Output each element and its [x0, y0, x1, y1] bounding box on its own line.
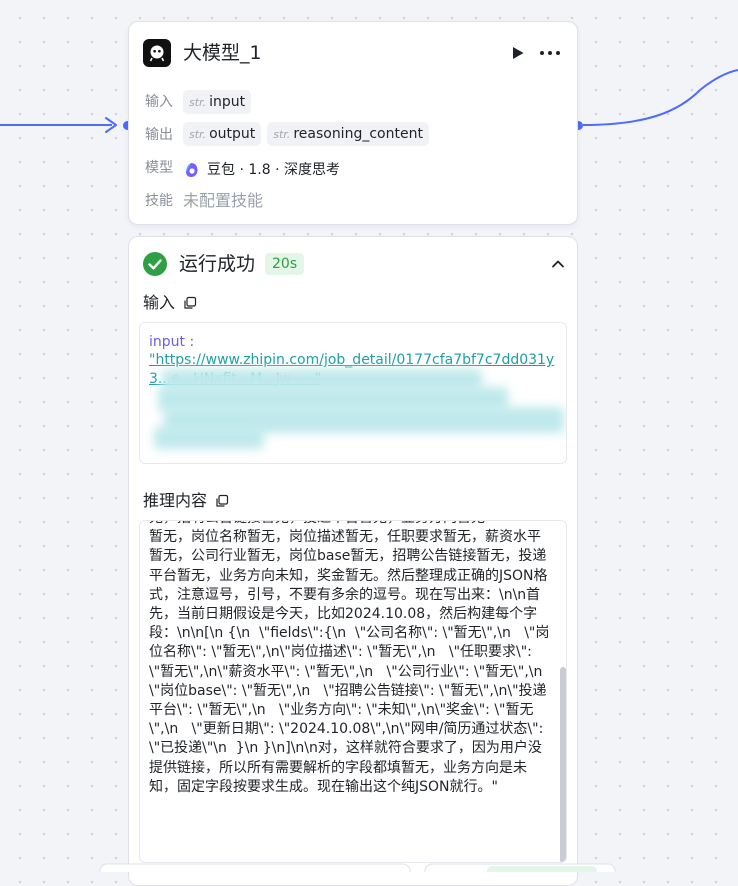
- chevron-up-icon: [552, 260, 564, 268]
- run-result-panel: 运行成功 20s 输入 input : "https://www.zhipin.…: [128, 236, 578, 886]
- copy-icon[interactable]: [183, 296, 197, 310]
- skills-label: 技能: [145, 193, 173, 209]
- scrollbar[interactable]: [560, 667, 566, 862]
- input-value-box: input : "https://www.zhipin.com/job_deta…: [139, 322, 567, 464]
- llm-node-card[interactable]: 大模型_1 输入 str. input 输出 str. output str. rea…: [128, 21, 578, 225]
- outgoing-edge: [582, 69, 738, 126]
- input-label: 输入: [145, 94, 173, 110]
- skills-value: 未配置技能: [183, 191, 264, 210]
- bottom-toolbar-edge: [99, 863, 616, 872]
- input-section-title: 输入: [143, 292, 197, 314]
- success-check-icon: [143, 252, 167, 276]
- output-label: 输出: [145, 127, 173, 143]
- input-key: input :: [149, 334, 195, 350]
- copy-icon[interactable]: [215, 494, 229, 508]
- llm-node-icon: [143, 39, 171, 67]
- status-text: 运行成功: [179, 253, 256, 275]
- more-options-button[interactable]: [537, 42, 563, 64]
- duration-badge: 20s: [265, 253, 305, 275]
- node-title[interactable]: 大模型_1: [183, 39, 262, 67]
- reasoning-section-title: 推理内容: [143, 490, 229, 512]
- doubao-logo-icon: [186, 163, 198, 177]
- collapse-button[interactable]: [549, 255, 567, 273]
- reasoning-content-box[interactable]: 无，招聘公告链接暂无，投递平台暂无，业务方向暂无 暂无，岗位名称暂无，岗位描述暂…: [139, 520, 567, 863]
- param-chip: str. reasoning_content: [267, 122, 429, 146]
- param-chip: str. output: [183, 122, 262, 146]
- more-icon: [540, 51, 560, 55]
- output-params: str. output str. reasoning_content: [183, 122, 435, 146]
- redaction-blur: [154, 427, 264, 449]
- model-info: 豆包 · 1.8 · 深度思考: [183, 159, 340, 181]
- run-node-button[interactable]: [507, 42, 529, 64]
- param-chip: str. input: [183, 90, 252, 114]
- reasoning-text: 无，招聘公告链接暂无，投递平台暂无，业务方向暂无 暂无，岗位名称暂无，岗位描述暂…: [149, 521, 550, 795]
- model-label: 模型: [145, 160, 173, 176]
- run-status: 运行成功 20s: [143, 251, 305, 277]
- play-icon: [513, 47, 524, 59]
- input-params: str. input: [183, 90, 257, 114]
